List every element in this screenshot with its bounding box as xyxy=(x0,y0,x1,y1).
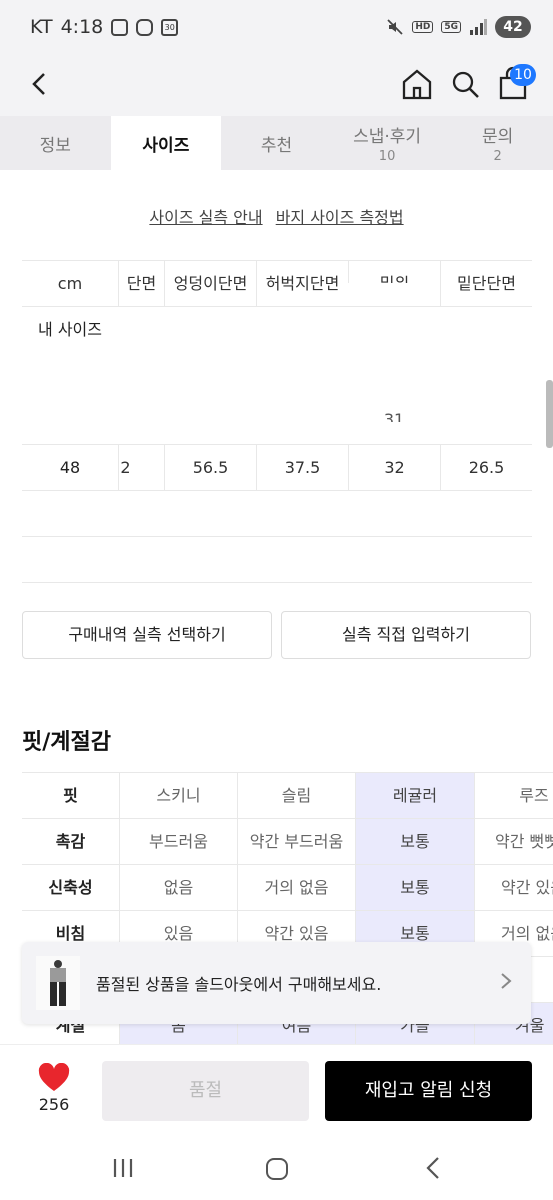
fit-option: 부드러움 xyxy=(119,819,237,865)
pants-measure-link[interactable]: 바지 사이즈 측정법 xyxy=(276,208,404,227)
fit-option: 약간 뻣뻣 xyxy=(474,819,553,865)
fit-option: 거의 없음 xyxy=(237,865,355,911)
tab-count: 10 xyxy=(378,149,396,164)
unit-label: cm xyxy=(57,274,83,293)
bottom-action-bar: 256 품절 재입고 알림 신청 xyxy=(0,1044,553,1140)
soldout-button: 품절 xyxy=(102,1061,309,1121)
tab-inquiry[interactable]: 문의 2 xyxy=(442,116,553,170)
tab-label: 문의 xyxy=(482,127,514,147)
column-header: 밑위 xyxy=(348,261,440,283)
fit-row-label: 핏 xyxy=(63,786,78,805)
size-row: 48 2 56.5 37.5 32 26.5 xyxy=(22,444,532,491)
like-count: 256 xyxy=(38,1095,70,1114)
battery-indicator: 42 xyxy=(495,16,531,38)
fit-option-selected: 보통 xyxy=(355,865,474,911)
fit-option: 루즈 xyxy=(474,773,553,819)
product-tabs: 정보 사이즈 추천 스냅·후기 10 문의 2 xyxy=(0,116,553,170)
fit-section-title: 핏/계절감 xyxy=(22,730,111,755)
blank-area xyxy=(352,492,532,514)
recent-apps-icon[interactable] xyxy=(112,1158,134,1178)
size-guide-links: 사이즈 실측 안내 바지 사이즈 측정법 xyxy=(0,204,553,228)
soldout-promo-banner[interactable]: 품절된 상품을 솔드아웃에서 구매해보세요. xyxy=(22,942,531,1024)
screenshot-icon xyxy=(111,18,129,36)
5g-badge: 5G xyxy=(441,21,461,33)
back-arrow-icon[interactable] xyxy=(24,66,56,102)
fit-option: 약간 있음 xyxy=(474,865,553,911)
fit-option: 없음 xyxy=(119,865,237,911)
fit-row: 신축성 없음 거의 없음 보통 약간 있음 xyxy=(22,864,553,911)
status-bar: KT 4:18 30 HD 5G 42 xyxy=(0,0,553,56)
column-header: 엉덩이단면 xyxy=(164,261,256,307)
size-value: 56.5 xyxy=(164,445,256,491)
mute-icon xyxy=(387,19,403,35)
promo-text: 품절된 상품을 솔드아웃에서 구매해보세요. xyxy=(96,975,382,994)
size-value: 37.5 xyxy=(256,445,348,491)
system-nav-bar xyxy=(0,1140,553,1200)
carrier-text: KT xyxy=(30,16,53,38)
instagram-icon xyxy=(136,18,154,36)
column-header: 허벅지단면 xyxy=(256,261,348,307)
size-label: 48 xyxy=(59,458,81,477)
tab-label: 스냅·후기 xyxy=(353,127,422,147)
cart-count-badge: 10 xyxy=(510,64,536,86)
tab-label: 사이즈 xyxy=(142,135,190,156)
tab-size[interactable]: 사이즈 xyxy=(110,116,222,170)
size-row-partial: 31 xyxy=(22,398,532,444)
column-header: 단면 xyxy=(118,261,164,307)
app-header xyxy=(0,56,553,116)
tab-label: 추천 xyxy=(260,135,293,156)
heart-icon[interactable] xyxy=(37,1063,71,1093)
calendar-day: 30 xyxy=(164,22,175,32)
signal-icon xyxy=(470,19,487,35)
home-icon[interactable] xyxy=(400,66,434,102)
fit-option: 슬림 xyxy=(237,773,355,819)
tab-info[interactable]: 정보 xyxy=(0,116,111,170)
fit-option: 약간 부드러움 xyxy=(237,819,355,865)
select-history-button[interactable]: 구매내역 실측 선택하기 xyxy=(22,611,272,659)
partial-rise-value: 31 xyxy=(383,410,405,422)
system-back-icon[interactable] xyxy=(422,1156,444,1180)
fit-row-label: 신축성 xyxy=(48,878,93,897)
tab-snap-review[interactable]: 스냅·후기 10 xyxy=(332,116,443,170)
size-value: 2 xyxy=(118,445,132,491)
size-guide-link[interactable]: 사이즈 실측 안내 xyxy=(149,208,262,227)
fit-row: 촉감 부드러움 약간 부드러움 보통 약간 뻣뻣 xyxy=(22,818,553,865)
fit-row-label: 촉감 xyxy=(55,832,86,851)
column-header: 밑단단면 xyxy=(440,261,532,307)
table-divider xyxy=(22,582,532,583)
product-thumbnail xyxy=(36,956,80,1010)
fit-option-selected: 레귤러 xyxy=(355,773,474,819)
calendar-icon: 30 xyxy=(161,18,179,36)
size-value: 32 xyxy=(348,445,440,491)
home-button-icon[interactable] xyxy=(266,1158,288,1180)
size-value: 26.5 xyxy=(440,445,532,491)
direct-input-button[interactable]: 실측 직접 입력하기 xyxy=(281,611,531,659)
scrollbar[interactable] xyxy=(546,380,553,448)
size-table-header: cm 단면 엉덩이단면 허벅지단면 밑위 밑단단면 xyxy=(22,260,532,307)
search-icon[interactable] xyxy=(448,66,482,102)
chevron-right-icon xyxy=(501,973,512,989)
tab-label: 정보 xyxy=(39,135,71,156)
fit-option: 스키니 xyxy=(119,773,237,819)
tab-recommend[interactable]: 추천 xyxy=(221,116,332,170)
hd-badge: HD xyxy=(412,21,434,33)
fit-row: 핏 스키니 슬림 레귤러 루즈 xyxy=(22,772,553,819)
restock-alert-button[interactable]: 재입고 알림 신청 xyxy=(325,1061,532,1121)
fit-option-selected: 보통 xyxy=(355,819,474,865)
size-row-empty xyxy=(22,536,532,582)
clock-text: 4:18 xyxy=(60,16,104,38)
blank-area xyxy=(22,340,532,396)
tab-count: 2 xyxy=(493,149,502,164)
